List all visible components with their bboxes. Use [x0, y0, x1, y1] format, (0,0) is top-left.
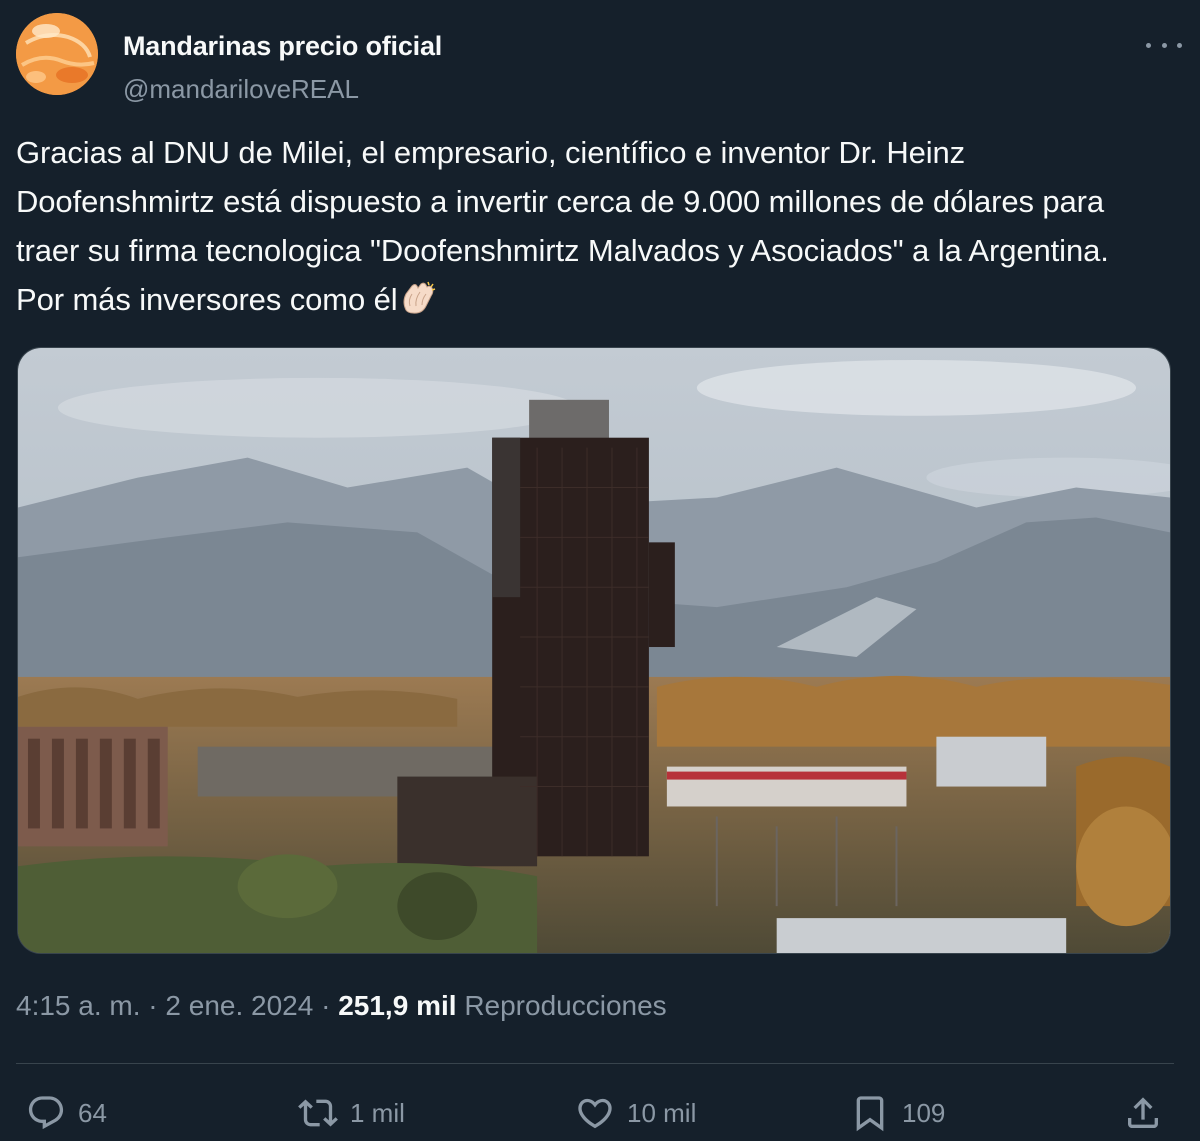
- bookmark-count: 109: [902, 1097, 946, 1128]
- tweet-text: Gracias al DNU de Milei, el empresario, …: [16, 128, 1156, 324]
- more-options-icon[interactable]: [1146, 35, 1182, 55]
- meta-separator: ·: [140, 990, 166, 1021]
- like-count: 10 mil: [627, 1097, 697, 1128]
- bookmark-icon: [856, 1096, 884, 1132]
- share-button[interactable]: [1123, 1091, 1175, 1135]
- more-dot: [1146, 42, 1151, 48]
- more-dot: [1177, 42, 1182, 48]
- tweet-body: Gracias al DNU de Milei, el empresario, …: [16, 135, 1109, 317]
- tweet-image[interactable]: [17, 347, 1171, 954]
- display-name[interactable]: Mandarinas precio oficial: [123, 31, 442, 62]
- tweet-time[interactable]: 4:15 a. m.: [16, 990, 141, 1021]
- divider: [16, 1063, 1174, 1064]
- mandarin-avatar-icon: [16, 13, 98, 95]
- clapping-hands-icon: [398, 280, 438, 316]
- user-handle[interactable]: @mandariloveREAL: [123, 74, 359, 105]
- reply-count: 64: [78, 1097, 107, 1128]
- tweet-header: Mandarinas precio oficial @mandariloveRE…: [16, 13, 1186, 104]
- action-bar: 64 1 mil 10 mil 109: [0, 1085, 1200, 1141]
- repost-count: 1 mil: [350, 1097, 405, 1128]
- view-count: 251,9 mil: [338, 990, 457, 1021]
- more-dot: [1161, 42, 1167, 48]
- heart-icon: [578, 1098, 612, 1129]
- tweet-date[interactable]: 2 ene. 2024: [165, 990, 313, 1021]
- like-button[interactable]: 10 mil: [575, 1091, 696, 1135]
- building-photo: [18, 348, 1170, 953]
- tweet-meta: 4:15 a. m. · 2 ene. 2024 · 251,9 mil Rep…: [16, 990, 667, 1022]
- avatar[interactable]: [16, 13, 98, 95]
- bookmark-button[interactable]: 109: [850, 1091, 945, 1135]
- repost-button[interactable]: 1 mil: [298, 1091, 405, 1135]
- reply-button[interactable]: 64: [26, 1091, 107, 1135]
- reply-icon: [28, 1096, 64, 1130]
- share-icon: [1128, 1097, 1158, 1128]
- views-label: Reproducciones: [464, 990, 667, 1021]
- meta-separator: ·: [313, 990, 339, 1021]
- tweet: Mandarinas precio oficial @mandariloveRE…: [0, 0, 1200, 1141]
- repost-icon: [298, 1099, 338, 1127]
